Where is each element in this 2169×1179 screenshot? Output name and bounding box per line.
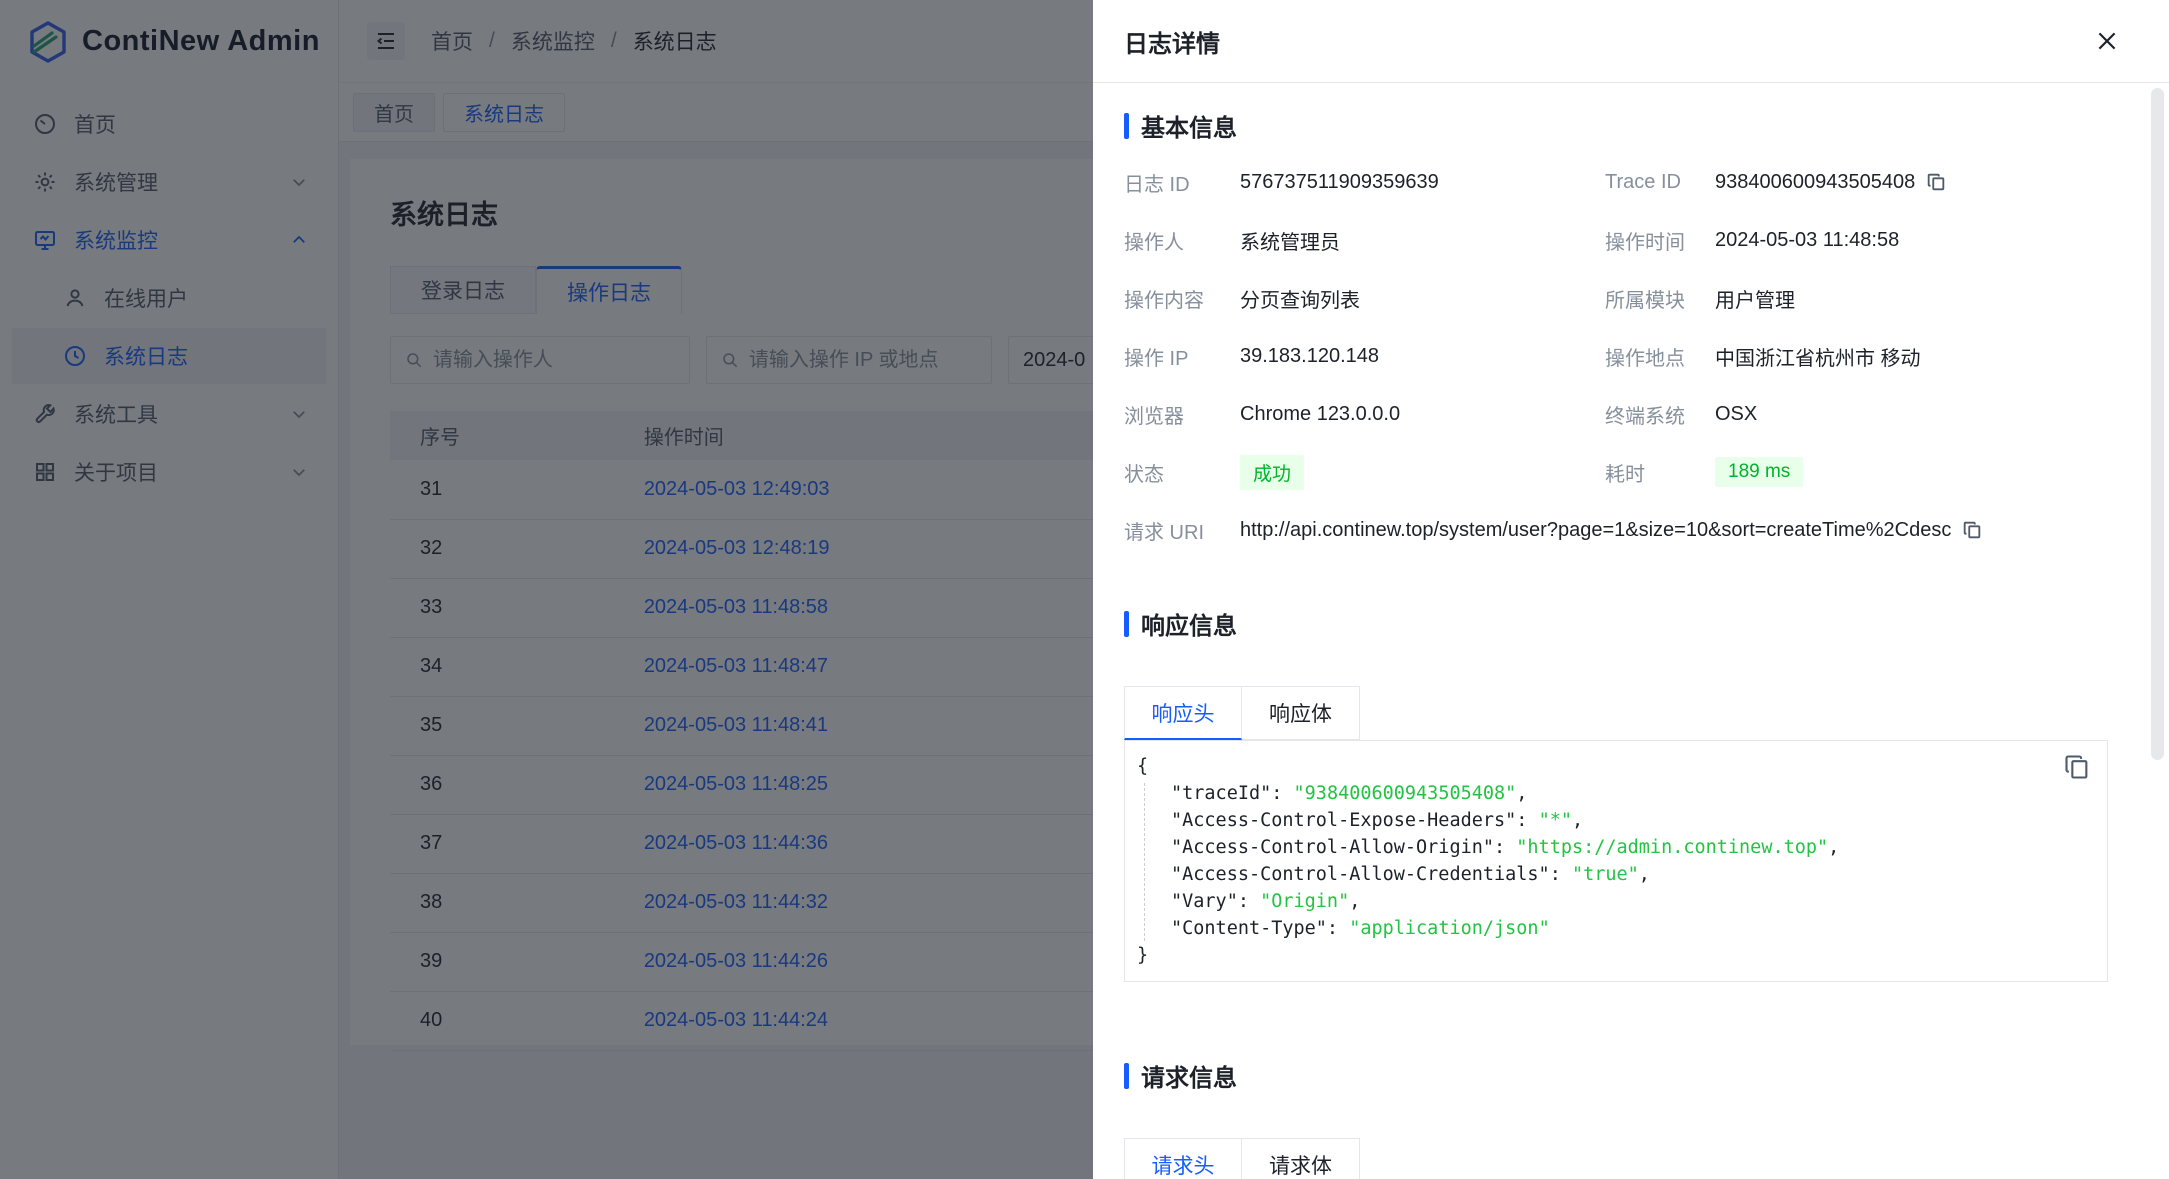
json-code: { "traceId": "938400600943505408", "Acce… xyxy=(1137,753,2089,969)
response-headers-code-block: { "traceId": "938400600943505408", "Acce… xyxy=(1124,740,2108,982)
field-operation-content: 操作内容 分页查询列表 xyxy=(1124,284,1605,313)
field-elapsed: 耗时 189 ms xyxy=(1605,457,2105,487)
drawer-body: 基本信息 日志 ID 576737511909359639 Trace ID 9… xyxy=(1093,108,2169,1179)
drawer-overlay-mask[interactable] xyxy=(0,0,1093,1179)
field-trace-id: Trace ID 938400600943505408 xyxy=(1605,171,2105,194)
drawer-header: 日志详情 xyxy=(1093,0,2169,83)
field-module: 所属模块 用户管理 xyxy=(1605,284,2105,313)
field-status: 状态 成功 xyxy=(1124,455,1605,490)
section-accent-bar xyxy=(1124,611,1129,637)
log-detail-drawer: 日志详情 基本信息 日志 ID 576737511909359639 Trace… xyxy=(1093,0,2169,1179)
status-badge: 成功 xyxy=(1240,455,1304,490)
field-operation-time: 操作时间 2024-05-03 11:48:58 xyxy=(1605,226,2105,255)
section-accent-bar xyxy=(1124,113,1129,139)
field-operation-location: 操作地点 中国浙江省杭州市 移动 xyxy=(1605,342,2105,371)
elapsed-badge: 189 ms xyxy=(1715,457,1803,487)
tab-request-headers[interactable]: 请求头 xyxy=(1124,1138,1242,1179)
request-tabs: 请求头 请求体 xyxy=(1124,1138,2108,1179)
request-info-section-title: 请求信息 xyxy=(1124,1058,2108,1093)
response-tabs: 响应头 响应体 xyxy=(1124,686,2108,740)
tab-request-body[interactable]: 请求体 xyxy=(1242,1138,1360,1179)
basic-info-section-title: 基本信息 xyxy=(1124,108,2108,143)
field-request-uri: 请求 URI http://api.continew.top/system/us… xyxy=(1124,516,2108,545)
drawer-scrollbar-thumb[interactable] xyxy=(2151,88,2164,760)
field-browser: 浏览器 Chrome 123.0.0.0 xyxy=(1124,400,1605,429)
basic-info-fields: 日志 ID 576737511909359639 Trace ID 938400… xyxy=(1124,153,2108,559)
field-operation-ip: 操作 IP 39.183.120.148 xyxy=(1124,342,1605,371)
field-terminal-os: 终端系统 OSX xyxy=(1605,400,2105,429)
field-log-id: 日志 ID 576737511909359639 xyxy=(1124,168,1605,197)
close-button[interactable] xyxy=(2090,24,2124,58)
response-info-section-title: 响应信息 xyxy=(1124,606,2108,641)
copy-icon[interactable] xyxy=(1961,519,1983,541)
close-icon xyxy=(2094,28,2120,54)
copy-icon[interactable] xyxy=(1925,171,1947,193)
tab-response-body[interactable]: 响应体 xyxy=(1242,686,1360,740)
field-operator: 操作人 系统管理员 xyxy=(1124,226,1605,255)
tab-response-headers[interactable]: 响应头 xyxy=(1124,686,1242,740)
section-accent-bar xyxy=(1124,1063,1129,1089)
drawer-title: 日志详情 xyxy=(1124,24,2090,59)
